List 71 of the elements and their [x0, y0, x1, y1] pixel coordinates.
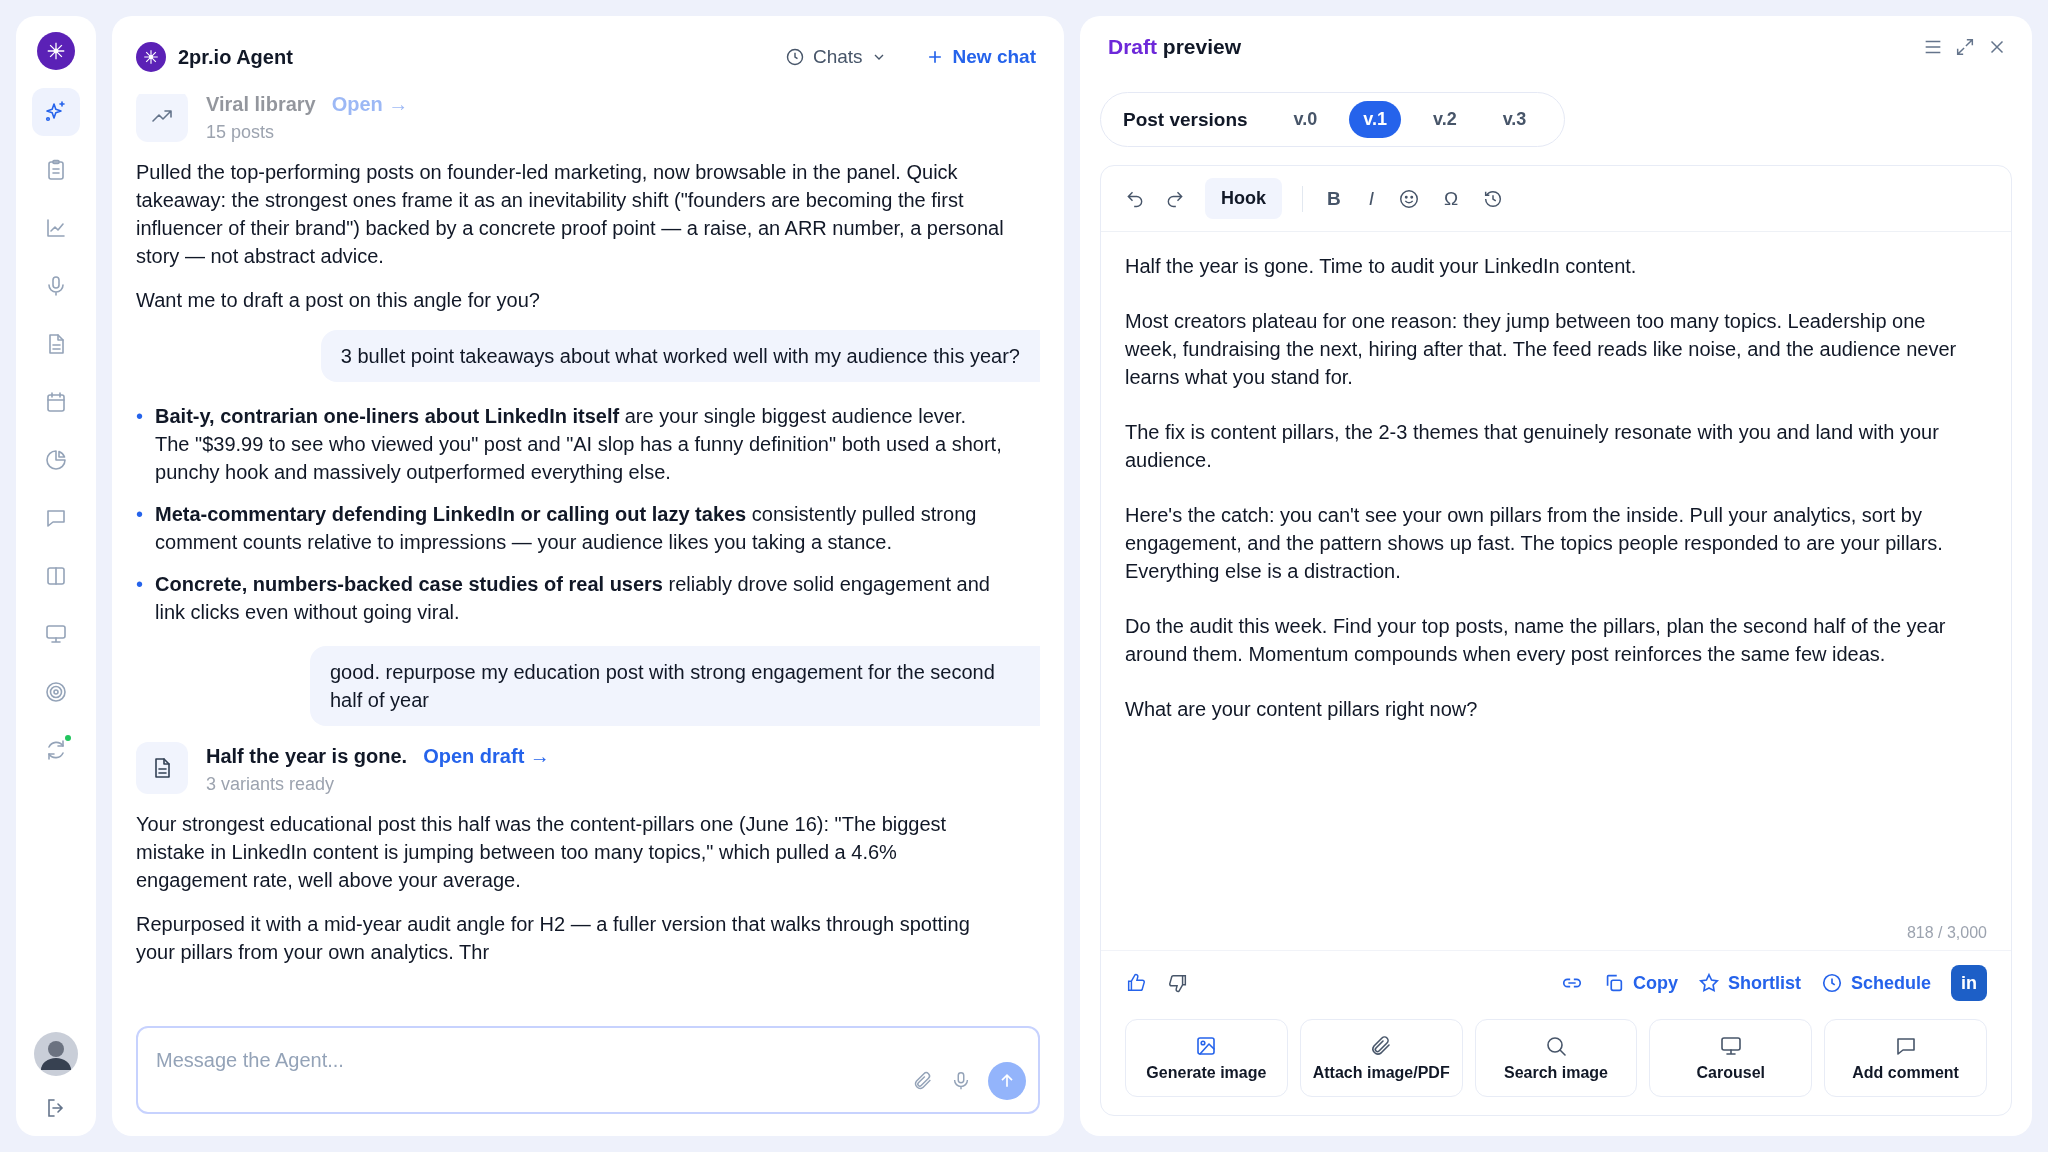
send-button[interactable]	[988, 1062, 1026, 1100]
version-tab[interactable]: v.1	[1349, 101, 1401, 138]
bullet-marker: •	[136, 502, 143, 527]
calendar-icon	[44, 390, 68, 414]
tool-button[interactable]: Generate image	[1125, 1019, 1288, 1097]
clock-icon	[1820, 972, 1843, 994]
user-message: 3 bullet point takeaways about what worked well with my audience this year?	[320, 330, 1040, 382]
versions-label: Post versions	[1123, 108, 1248, 131]
search-icon	[1544, 1034, 1568, 1058]
tool-button[interactable]: Attach image/PDF	[1299, 1019, 1463, 1097]
new-chat-button[interactable]: New chat	[920, 42, 1040, 72]
tool-button[interactable]: Add comment	[1824, 1019, 1987, 1097]
schedule-button[interactable]: Schedule	[1820, 972, 1931, 994]
card-subtitle: 3 variants ready	[206, 773, 336, 796]
bullet-point: Meta-commentary defending LinkedIn or calling out lazy takes consistently pulled strong comment counts relative to impressions — your audience likes you taking a stance.	[155, 502, 978, 555]
panel-title: Draft preview	[1108, 35, 1242, 59]
version-tab[interactable]: v.2	[1419, 101, 1471, 138]
hook-button[interactable]: Hook	[1205, 178, 1282, 219]
version-tab[interactable]: v.0	[1279, 101, 1332, 138]
emoji-icon[interactable]	[1398, 187, 1420, 210]
linkedin-button[interactable]: in	[1951, 965, 1987, 1001]
agent-message: Your strongest educational post this half was the content-pillars one (June 16): "The biggest mistake in LinkedIn content is jumping between too many topics," which pulled a 4.6% engagement rate, well above your average.	[136, 812, 948, 893]
message-input[interactable]: Message the Agent...	[154, 1048, 758, 1073]
monitor-icon	[44, 622, 68, 646]
expand-icon[interactable]	[1954, 36, 1976, 58]
shortlist-button[interactable]: Shortlist	[1697, 972, 1801, 994]
logo-icon	[136, 42, 166, 72]
tool-button[interactable]: Carousel	[1649, 1019, 1813, 1097]
bullet-point: Bait-y, contrarian one-liners about LinkedIn itself are your single biggest audience lever. The "$39.99 to see who viewed you" post and "AI slop has a funny definition" both used a short, punchy hook and massively outperformed everything else.	[155, 404, 1003, 485]
card-subtitle: 15 posts	[206, 121, 276, 144]
thumbs-up-icon[interactable]	[1125, 972, 1147, 994]
clock-icon	[784, 47, 805, 67]
pie-chart-icon	[44, 448, 68, 472]
bullet-marker: •	[136, 404, 143, 429]
sparkle-icon	[44, 100, 68, 124]
avatar[interactable]	[34, 1032, 78, 1076]
tool-button[interactable]: Search image	[1474, 1019, 1638, 1097]
agent-message: Want me to draft a post on this angle for you?	[136, 288, 541, 313]
target-icon	[44, 680, 68, 704]
draft-paragraph: Half the year is gone. Time to audit your LinkedIn content.	[1125, 254, 1638, 279]
draft-paragraph: Most creators plateau for one reason: they jump between too many topics. Leadership one week, fundraising the next, hiring after that. The feed reads like noise, and the audience never learns what you stand for.	[1125, 309, 1958, 390]
version-tab[interactable]: v.3	[1488, 101, 1541, 138]
document-icon	[136, 742, 188, 794]
card-title: Half the year is gone.	[206, 744, 408, 769]
columns-icon	[44, 564, 68, 588]
trend-icon	[136, 94, 188, 142]
italic-button[interactable]: I	[1364, 187, 1378, 210]
chats-dropdown[interactable]: Chats	[780, 42, 891, 72]
paperclip-icon[interactable]	[912, 1070, 934, 1092]
open-link[interactable]: Open draft →	[423, 742, 550, 770]
thumbs-down-icon[interactable]	[1167, 972, 1189, 994]
draft-paragraph: Here's the catch: you can't see your own pillars from the inside. Pull your analytics, sort by engagement, and the pattern shows up fast. The topics people responded to are your pillars. Everything else is a distraction.	[1125, 503, 1944, 584]
copy-button[interactable]: Copy	[1602, 972, 1678, 994]
agent-message: Repurposed it with a mid-year audit angle for H2 — a fuller version that walks through spotting your pillars from your own analytics. Thr	[136, 912, 971, 965]
symbol-button[interactable]: Ω	[1440, 187, 1463, 210]
bullet-point: Concrete, numbers-backed case studies of real users reliably drove solid engagement and link clicks even without going viral.	[155, 572, 991, 625]
card-title: Viral library	[206, 94, 316, 117]
monitor-icon	[1718, 1034, 1743, 1058]
star-icon	[1697, 972, 1720, 994]
sidebar-item[interactable]	[32, 88, 80, 136]
agent-message: Pulled the top-performing posts on founder-led marketing, now browsable in the panel. Quick takeaway: the strongest ones frame it as an inevitability shift ("founders are becoming the first influencer of their brand") backed by a concrete proof point — a raise, an ARR number, a personal story — not abstract advice.	[136, 160, 1004, 269]
app-title: 2pr.io Agent	[178, 45, 293, 69]
draft-paragraph: What are your content pillars right now?	[1125, 697, 1479, 722]
draft-paragraph: Do the audit this week. Find your top posts, name the pillars, plan the second half of the year around them. Momentum compounds when every post reinforces the same few ideas.	[1125, 614, 1947, 667]
bold-button[interactable]: B	[1323, 187, 1345, 210]
character-count: 818 / 3,000	[1906, 924, 1987, 942]
user-message: good. repurpose my education post with strong engagement for the second half of year	[310, 646, 1040, 726]
bullet-marker: •	[136, 572, 143, 597]
logo-icon	[37, 32, 75, 70]
draft-paragraph: The fix is content pillars, the 2-3 themes that genuinely resonate with you and land with your audience.	[1125, 420, 1940, 473]
line-chart-icon	[44, 216, 68, 240]
